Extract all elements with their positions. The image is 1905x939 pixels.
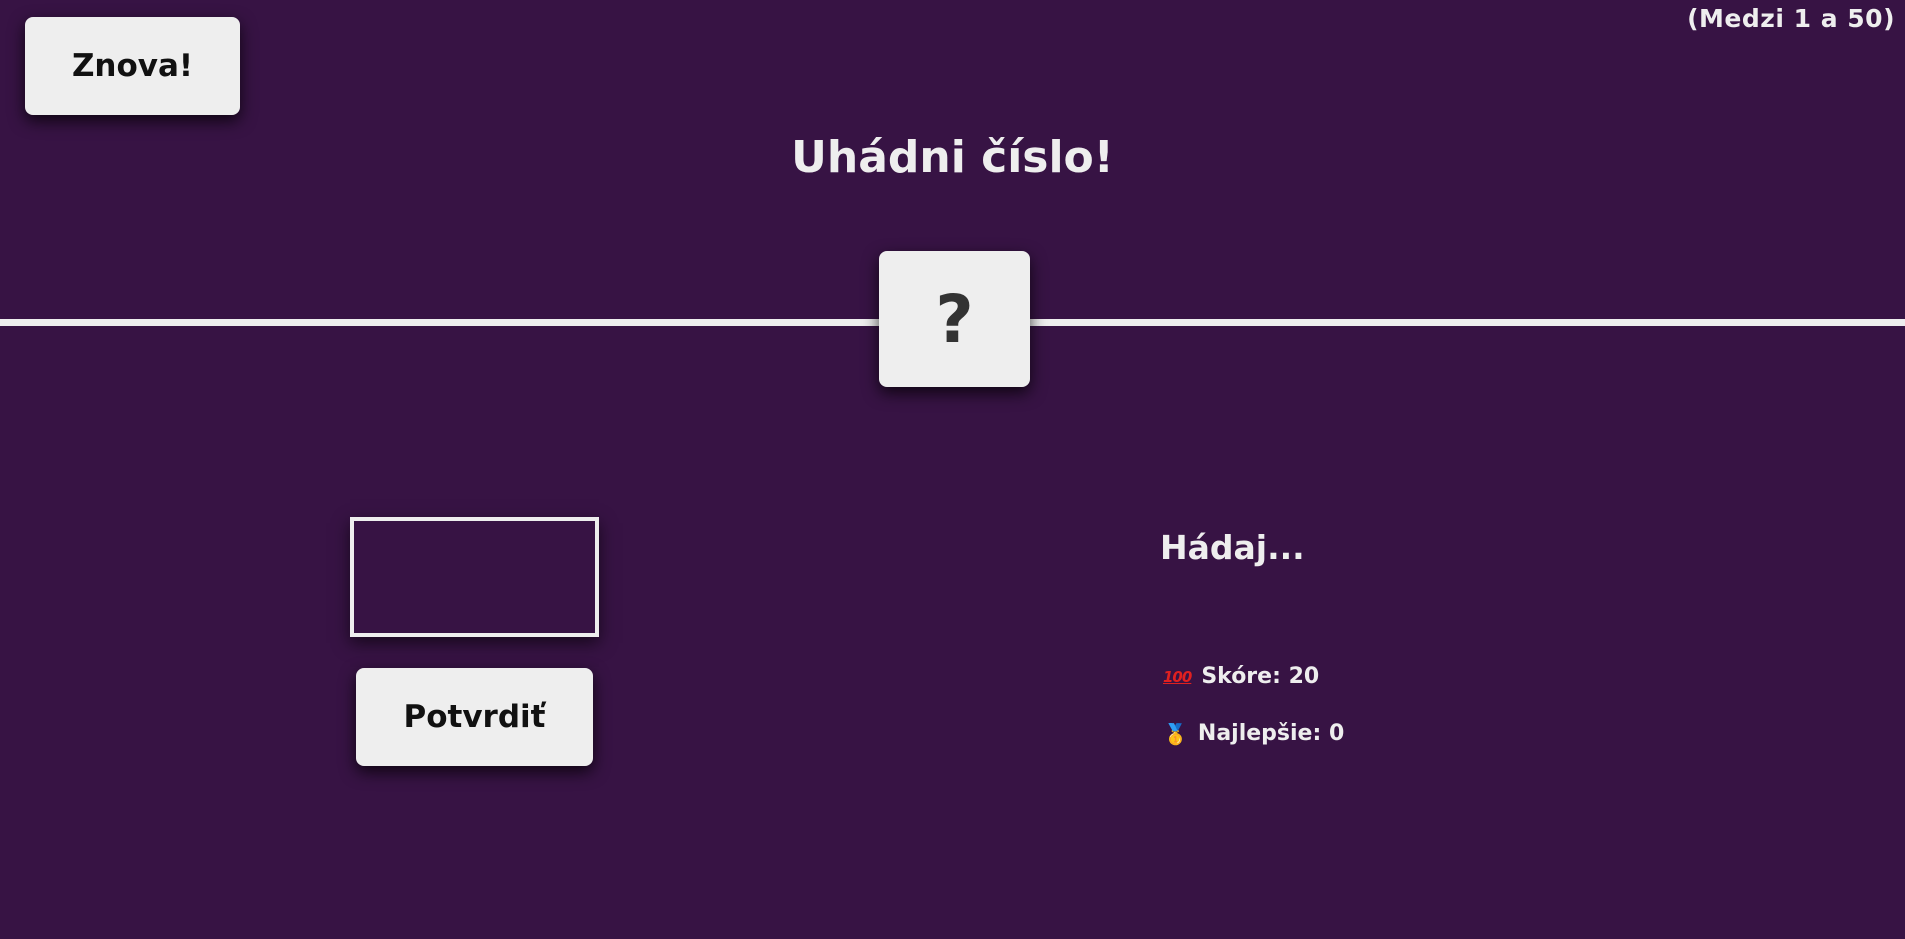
score-row: 100 Skóre: 20 xyxy=(1163,664,1319,689)
medal-icon: 🥇 xyxy=(1163,721,1188,746)
highscore-value: 0 xyxy=(1328,721,1345,746)
highscore-label: Najlepšie: xyxy=(1197,721,1322,746)
secret-number-box: ? xyxy=(879,251,1030,387)
range-hint: (Medzi 1 a 50) xyxy=(1687,4,1895,33)
highscore-row: 🥇 Najlepšie: 0 xyxy=(1163,721,1344,746)
status-message: Hádaj... xyxy=(1160,528,1305,567)
guess-input[interactable] xyxy=(350,517,599,637)
check-button[interactable]: Potvrdiť xyxy=(356,668,593,766)
hundred-points-icon: 100 xyxy=(1163,667,1192,686)
page-title: Uhádni číslo! xyxy=(791,132,1114,183)
guess-my-number-game: (Medzi 1 a 50) Znova! Uhádni číslo! ? Po… xyxy=(0,0,1905,939)
score-value: 20 xyxy=(1288,664,1320,689)
again-button[interactable]: Znova! xyxy=(25,17,240,115)
score-label: Skóre: xyxy=(1201,664,1281,689)
